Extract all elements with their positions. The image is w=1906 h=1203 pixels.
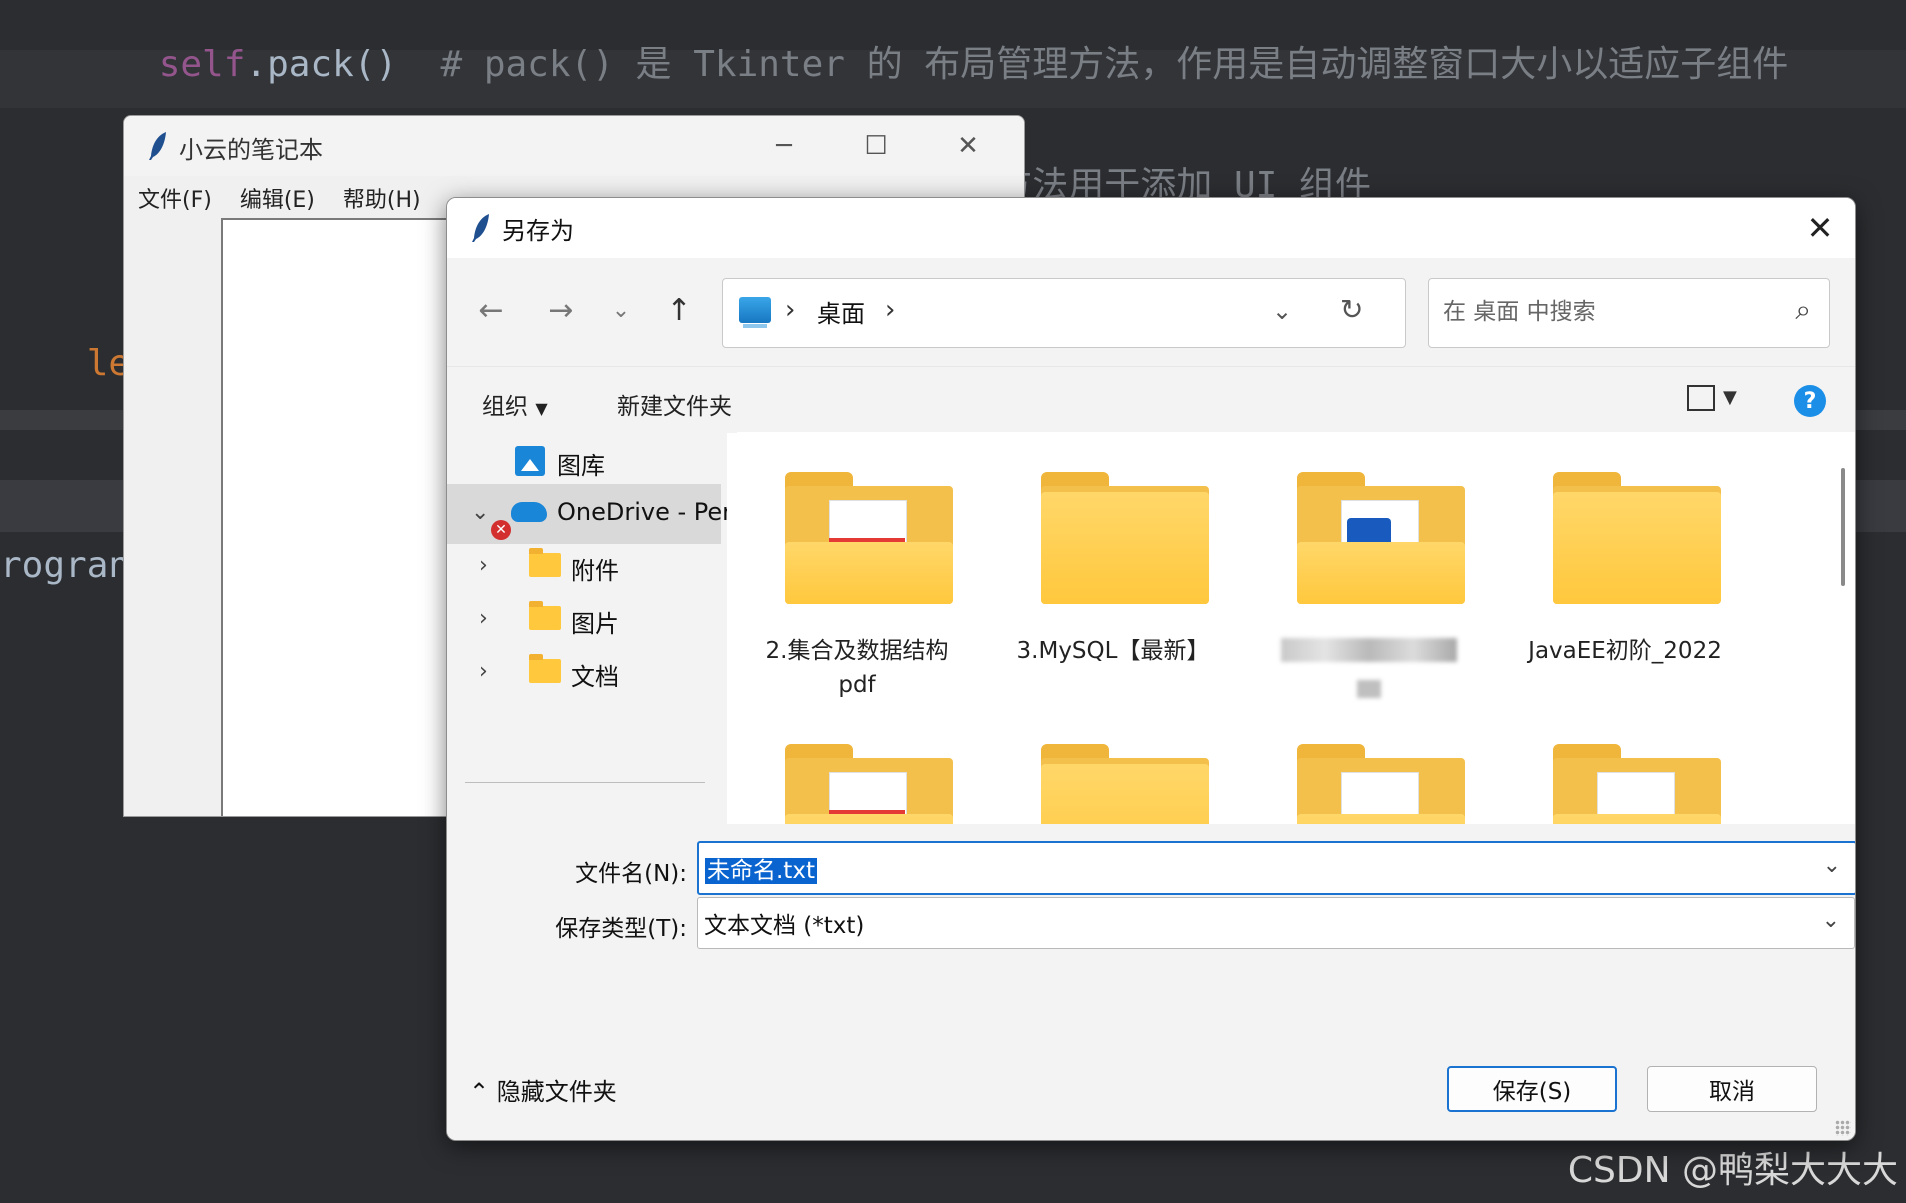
filetype-label: 保存类型(T):	[555, 916, 687, 942]
folder-icon	[1297, 472, 1465, 604]
navigation-pane: 图库 ⌄ ✕ OneDrive - Per › 附件 › 图片 › 文档	[447, 432, 727, 824]
chevron-up-icon: ⌃	[469, 1078, 490, 1106]
folder-icon	[1041, 472, 1209, 604]
folder-icon	[1553, 744, 1721, 824]
organize-dropdown-icon: ▼	[535, 399, 548, 418]
feather-icon	[472, 214, 489, 242]
refresh-icon[interactable]: ↻	[1340, 293, 1363, 326]
csdn-watermark: CSDN @鸭梨大大大	[1567, 1150, 1898, 1191]
gallery-icon	[515, 446, 545, 476]
organize-label: 组织	[482, 394, 528, 420]
notepad-title: 小云的笔记本	[179, 136, 323, 164]
help-icon[interactable]: ?	[1794, 385, 1826, 417]
chevron-down-icon[interactable]: ⌄	[471, 500, 489, 525]
folder-icon	[529, 601, 561, 630]
folder-icon	[529, 654, 561, 683]
maximize-button[interactable]: ☐	[830, 116, 922, 176]
nav-divider	[465, 782, 705, 783]
save-button[interactable]: 保存(S)	[1447, 1066, 1617, 1112]
close-button[interactable]: ✕	[922, 116, 1014, 176]
code-line-1: self.pack() # pack() 是 Tkinter 的 布局管理方法，…	[158, 44, 1789, 85]
file-list: 2.集合及数据结构pdf 3.MySQL【最新】 JavaEE初阶_2022	[737, 432, 1855, 824]
hide-folders-toggle[interactable]: ⌃ 隐藏文件夹	[469, 1072, 617, 1107]
nav-item-label: 图片	[571, 610, 619, 638]
search-icon[interactable]: ⌕	[1795, 293, 1811, 327]
file-name: 3.MySQL【最新】	[1016, 638, 1210, 664]
file-tile[interactable]	[1259, 472, 1479, 698]
file-tile[interactable]	[1003, 744, 1223, 824]
file-name: JavaEE初阶_2022	[1528, 638, 1722, 664]
folder-icon	[785, 744, 953, 824]
nav-item-label: 图库	[557, 452, 605, 480]
nav-item-pictures[interactable]: › 图片	[447, 590, 721, 650]
file-tile[interactable]	[1515, 744, 1735, 824]
nav-item-documents[interactable]: › 文档	[447, 643, 721, 703]
folder-icon	[785, 472, 953, 604]
chevron-right-icon[interactable]: ›	[479, 659, 488, 684]
breadcrumb-separator-icon[interactable]: ›	[885, 295, 895, 325]
dialog-title: 另存为	[502, 217, 574, 245]
filetype-select[interactable]: 文本文档 (*txt) ⌄	[697, 897, 1855, 949]
filetype-value: 文本文档 (*txt)	[704, 913, 865, 939]
file-tile[interactable]: JavaEE初阶_2022	[1515, 472, 1735, 668]
dialog-close-button[interactable]: ✕	[1785, 198, 1855, 258]
cancel-button[interactable]: 取消	[1647, 1066, 1817, 1112]
minimize-button[interactable]: ─	[738, 116, 830, 176]
notepad-titlebar[interactable]: 小云的笔记本 ─ ☐ ✕	[124, 116, 1024, 176]
dialog-titlebar[interactable]: 另存为 ✕	[447, 198, 1855, 258]
menu-file[interactable]: 文件(F)	[124, 176, 226, 213]
view-options-icon[interactable]	[1687, 385, 1715, 411]
feather-icon	[149, 132, 166, 160]
desktop-icon	[739, 297, 771, 328]
file-tile[interactable]: 2.集合及数据结构pdf	[747, 472, 967, 702]
nav-item-label: 附件	[571, 557, 619, 585]
file-tile[interactable]: 3.MySQL【最新】	[1003, 472, 1223, 668]
folder-icon	[1041, 744, 1209, 824]
onedrive-cloud-icon	[511, 502, 547, 522]
recent-locations-chevron-icon[interactable]: ⌄	[599, 288, 643, 332]
address-dropdown-icon[interactable]: ⌄	[1272, 297, 1292, 325]
folder-icon	[529, 548, 561, 577]
folder-icon	[1553, 472, 1721, 604]
breadcrumb-desktop[interactable]: 桌面	[817, 294, 865, 329]
nav-item-label: OneDrive - Per	[557, 498, 727, 526]
organize-button[interactable]: 组织 ▼	[482, 387, 548, 421]
save-form: 文件名(N): 未命名.txt ⌄ 保存类型(T): 文本文档 (*txt) ⌄	[447, 824, 1855, 1014]
filename-label: 文件名(N):	[575, 861, 687, 887]
menu-help[interactable]: 帮助(H)	[329, 176, 435, 213]
filename-value[interactable]: 未命名.txt	[705, 858, 817, 884]
search-input[interactable]	[1441, 291, 1765, 333]
nav-item-gallery[interactable]: 图库	[447, 432, 721, 492]
file-tile[interactable]	[747, 744, 967, 824]
hide-folders-label: 隐藏文件夹	[496, 1078, 617, 1106]
address-bar[interactable]: › 桌面 › ⌄ ↻	[722, 278, 1406, 348]
filename-field[interactable]: 未命名.txt ⌄	[697, 841, 1855, 895]
nav-item-onedrive[interactable]: ⌄ ✕ OneDrive - Per	[447, 484, 727, 544]
up-arrow-icon[interactable]: ↑	[657, 288, 701, 332]
folder-icon	[1297, 744, 1465, 824]
code-line-6: rogran	[0, 545, 131, 586]
file-tile[interactable]	[1259, 744, 1479, 824]
forward-arrow-icon[interactable]: →	[539, 288, 583, 332]
blurred-file-name	[1357, 680, 1381, 698]
breadcrumb-separator-icon: ›	[785, 295, 796, 325]
menu-edit[interactable]: 编辑(E)	[226, 176, 329, 213]
chevron-down-icon[interactable]: ⌄	[1822, 908, 1840, 933]
blurred-file-name	[1281, 638, 1457, 662]
new-folder-button[interactable]: 新建文件夹	[617, 387, 732, 421]
file-list-scrollbar[interactable]	[1841, 468, 1845, 586]
dialog-footer: ⌃ 隐藏文件夹 保存(S) 取消	[447, 1014, 1855, 1140]
dialog-toolbar: 组织 ▼ 新建文件夹 ▼ ?	[447, 366, 1855, 433]
chevron-right-icon[interactable]: ›	[479, 553, 488, 578]
nav-item-label: 文档	[571, 663, 619, 691]
back-arrow-icon[interactable]: ←	[469, 288, 513, 332]
chevron-down-icon[interactable]: ⌄	[1823, 853, 1841, 878]
chevron-right-icon[interactable]: ›	[479, 606, 488, 631]
nav-item-attachments[interactable]: › 附件	[447, 537, 721, 597]
file-name: 2.集合及数据结构pdf	[765, 638, 949, 698]
resize-grip-icon[interactable]	[1835, 1120, 1851, 1136]
search-box[interactable]: ⌕	[1428, 278, 1830, 348]
view-dropdown-icon[interactable]: ▼	[1723, 387, 1737, 408]
save-as-dialog: 另存为 ✕ ← → ⌄ ↑ › 桌面 › ⌄ ↻ ⌕ 组织 ▼ 新建文件夹 ▼ …	[446, 197, 1856, 1141]
